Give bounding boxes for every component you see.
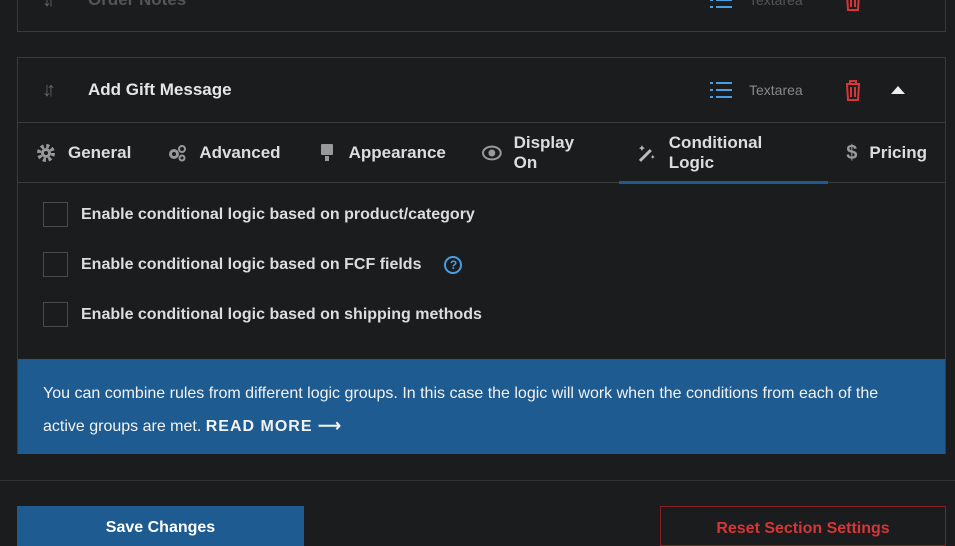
trash-icon[interactable] bbox=[844, 0, 862, 11]
info-notice: You can combine rules from different log… bbox=[18, 359, 945, 454]
option-label: Enable conditional logic based on produc… bbox=[81, 205, 475, 223]
field-type: Textarea bbox=[749, 82, 803, 98]
info-text: You can combine rules from different log… bbox=[43, 385, 879, 435]
divider bbox=[0, 480, 955, 481]
tab-label: Appearance bbox=[348, 143, 446, 162]
checkbox[interactable] bbox=[43, 202, 68, 227]
option-fcf-fields[interactable]: Enable conditional logic based on FCF fi… bbox=[43, 252, 463, 277]
dollar-icon: $ bbox=[846, 141, 858, 164]
tab-label: Display On bbox=[513, 133, 575, 172]
list-icon bbox=[710, 82, 732, 98]
field-title: Add Gift Message bbox=[88, 80, 232, 99]
help-icon[interactable]: ? bbox=[444, 255, 463, 274]
tab-pricing[interactable]: $ Pricing bbox=[828, 123, 945, 183]
field-order-notes: ↓↑ Order Notes Textarea bbox=[17, 0, 946, 32]
checkbox[interactable] bbox=[43, 302, 68, 327]
checkbox[interactable] bbox=[43, 252, 68, 277]
sort-icon[interactable]: ↓↑ bbox=[42, 79, 56, 102]
gear-icon bbox=[37, 144, 55, 162]
tab-label: General bbox=[68, 143, 132, 162]
tab-appearance[interactable]: Appearance bbox=[299, 123, 464, 183]
collapse-caret-icon[interactable] bbox=[891, 86, 905, 94]
brush-icon bbox=[320, 144, 333, 161]
eye-icon bbox=[481, 145, 502, 161]
field-title: Order Notes bbox=[88, 0, 186, 10]
tab-conditional-logic[interactable]: Conditional Logic bbox=[619, 123, 829, 184]
tab-display-on[interactable]: Display On bbox=[464, 123, 619, 183]
field-tabs: General Advanced Appearance Display On C… bbox=[18, 122, 945, 184]
tab-label: Conditional Logic bbox=[668, 133, 763, 172]
magic-wand-icon bbox=[638, 145, 655, 162]
tab-general[interactable]: General bbox=[18, 123, 149, 183]
gears-icon bbox=[169, 145, 187, 162]
tab-label: Advanced bbox=[199, 143, 281, 162]
field-type: Textarea bbox=[749, 0, 803, 8]
option-label: Enable conditional logic based on FCF fi… bbox=[81, 255, 422, 273]
option-shipping-methods[interactable]: Enable conditional logic based on shippi… bbox=[43, 302, 482, 327]
option-label: Enable conditional logic based on shippi… bbox=[81, 305, 482, 323]
sort-icon[interactable]: ↓↑ bbox=[42, 0, 56, 12]
list-icon bbox=[710, 0, 732, 8]
trash-icon[interactable] bbox=[844, 79, 862, 101]
tab-label: Pricing bbox=[869, 143, 927, 162]
field-add-gift-message: ↓↑ Add Gift Message Textarea General Adv… bbox=[17, 57, 946, 454]
option-product-category[interactable]: Enable conditional logic based on produc… bbox=[43, 202, 475, 227]
reset-section-button[interactable]: Reset Section Settings bbox=[660, 506, 946, 546]
save-changes-button[interactable]: Save Changes bbox=[17, 506, 304, 546]
tab-advanced[interactable]: Advanced bbox=[149, 123, 298, 183]
read-more-link[interactable]: READ MORE ⟶ bbox=[206, 418, 342, 435]
